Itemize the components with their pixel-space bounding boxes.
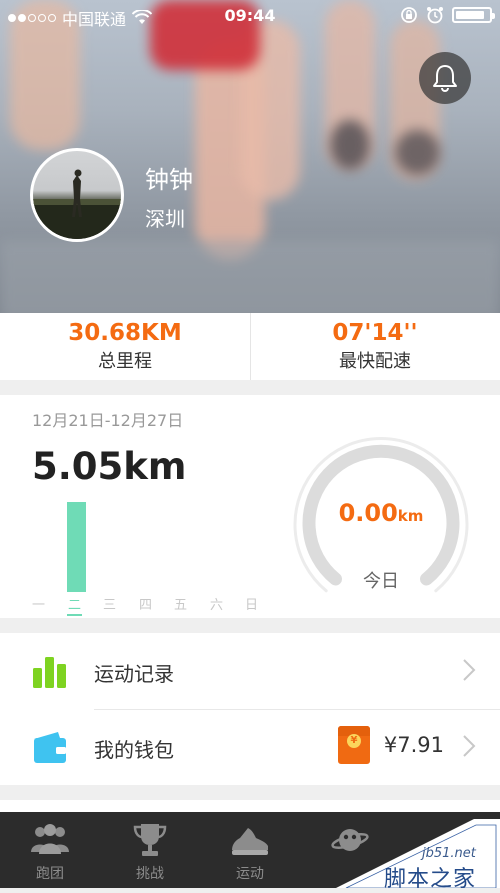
menu-list: 运动记录 我的钱包 ¥ ¥7.91: [0, 633, 500, 785]
status-bar: 中国联通 09:44: [0, 0, 500, 34]
profile-header: 中国联通 09:44 钟钟 深圳: [0, 0, 500, 313]
best-pace-stat[interactable]: 07'14'' 最快配速: [250, 313, 500, 380]
tab-label: 挑战: [136, 866, 164, 882]
week-distance: 5.05km: [32, 445, 187, 488]
menu-item-workout-records[interactable]: 运动记录: [0, 633, 500, 710]
bar-chart-icon: [33, 657, 66, 688]
avatar[interactable]: [30, 148, 124, 242]
today-distance-unit: km: [397, 507, 424, 525]
tab-team[interactable]: 跑团: [0, 812, 100, 888]
trophy-icon: [133, 824, 167, 856]
chevron-right-icon: [463, 735, 476, 757]
weekday-label: 一: [32, 598, 46, 613]
today-label: 今日: [363, 571, 399, 592]
menu-item-label: 我的钱包: [94, 738, 174, 762]
chevron-right-icon: [463, 659, 476, 681]
alarm-icon: [427, 7, 443, 24]
shoe-icon: [232, 828, 268, 855]
tab-label: 运动: [236, 866, 264, 882]
wallet-icon: [34, 732, 66, 763]
background-shoe: [395, 130, 440, 175]
background-shoe: [330, 120, 370, 170]
total-distance-label: 总里程: [98, 351, 152, 372]
battery-icon: [452, 7, 495, 23]
rotation-lock-icon: [401, 7, 417, 23]
today-distance-value: 0.00: [338, 499, 398, 527]
wallet-balance: ¥7.91: [383, 733, 444, 757]
weekday-label: 四: [139, 598, 153, 613]
total-distance-value: 30.68KM: [68, 320, 182, 346]
total-distance-stat[interactable]: 30.68KM 总里程: [0, 313, 250, 380]
weekday-label: 三: [103, 598, 117, 613]
bell-icon: [433, 65, 457, 92]
weekday-label: 二: [67, 594, 83, 616]
watermark-name: 脚本之家: [384, 867, 477, 892]
red-packet-icon: ¥: [338, 726, 370, 764]
tab-label: 跑团: [36, 866, 64, 882]
weekly-summary-card[interactable]: 12月21日-12月27日 5.05km 一 二 三 四 五 六 日 0.00km 今日: [0, 395, 500, 618]
week-date-range: 12月21日-12月27日: [32, 411, 184, 430]
summary-stats: 30.68KM 总里程 07'14'' 最快配速: [0, 313, 500, 380]
section-spacer: [0, 800, 500, 812]
today-distance: 0.00km: [286, 499, 476, 527]
background-road: [0, 240, 500, 313]
weekday-label: 日: [245, 598, 259, 613]
avatar-photo: [33, 169, 121, 239]
profile-city: 深圳: [145, 207, 185, 231]
team-icon: [31, 824, 69, 854]
weekday-label: 五: [174, 598, 188, 613]
daily-distance-bar: [67, 502, 86, 592]
menu-item-my-wallet[interactable]: 我的钱包 ¥ ¥7.91: [0, 709, 500, 785]
watermark-site: jb51.net: [422, 846, 476, 861]
weekday-label: 六: [210, 598, 224, 613]
best-pace-label: 最快配速: [339, 351, 411, 372]
notification-bell-button[interactable]: [419, 52, 471, 104]
weekday-labels: 一二三四五六日: [32, 594, 272, 616]
tab-challenge[interactable]: 挑战: [100, 812, 200, 888]
profile-name: 钟钟: [145, 166, 193, 194]
tab-workout[interactable]: 运动: [200, 812, 300, 888]
best-pace-value: 07'14'': [332, 320, 418, 346]
active-day-underline: [67, 614, 83, 616]
menu-item-label: 运动记录: [94, 662, 174, 686]
